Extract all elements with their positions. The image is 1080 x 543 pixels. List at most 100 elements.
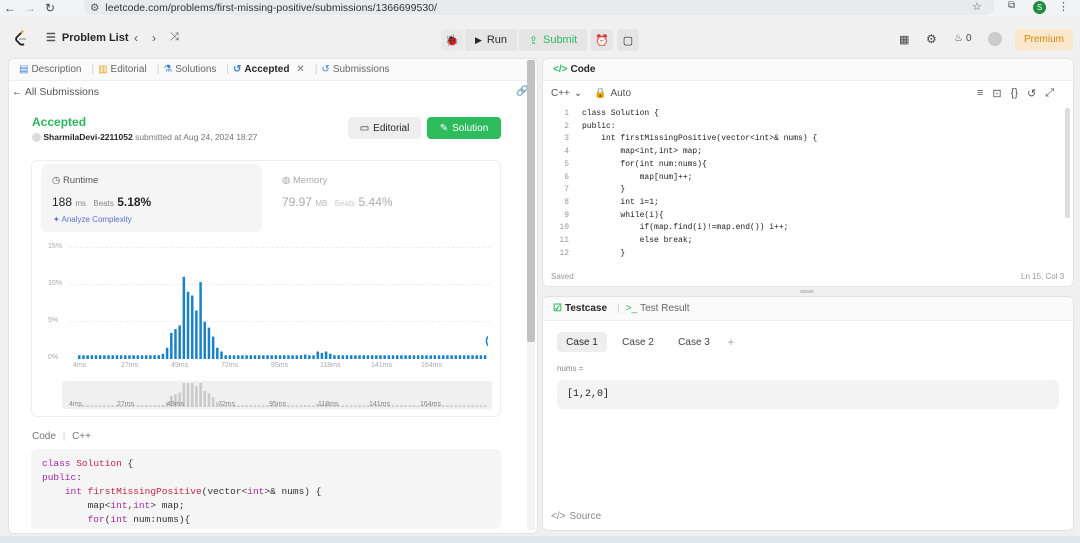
chart-bar[interactable]	[450, 355, 453, 359]
chart-bar[interactable]	[383, 355, 386, 359]
chart-bar[interactable]	[312, 355, 315, 359]
chart-bar[interactable]	[195, 310, 198, 359]
chart-bar[interactable]	[249, 355, 253, 359]
chart-bar[interactable]	[86, 355, 89, 359]
chart-bar[interactable]	[203, 321, 207, 359]
chart-bar[interactable]	[475, 355, 478, 359]
chart-bar[interactable]	[94, 355, 98, 359]
chart-bar[interactable]	[153, 355, 156, 359]
chart-bar[interactable]	[479, 355, 483, 359]
chart-bar[interactable]	[462, 355, 466, 359]
chart-bar[interactable]	[211, 336, 215, 359]
chart-bar[interactable]	[257, 355, 261, 359]
braces-icon[interactable]: {}	[1011, 87, 1018, 100]
chart-bar[interactable]	[345, 355, 349, 359]
nums-input[interactable]: [1,2,0]	[557, 380, 1059, 409]
chart-bar[interactable]	[303, 354, 307, 359]
chart-bar[interactable]	[358, 355, 361, 359]
chart-bar[interactable]	[140, 355, 144, 359]
chart-bar[interactable]	[190, 295, 194, 359]
chart-bar[interactable]	[370, 355, 374, 359]
chart-bar[interactable]	[199, 282, 202, 359]
tab-code[interactable]: </> Code	[553, 64, 595, 75]
chart-bar[interactable]	[483, 355, 487, 359]
tab-editorial[interactable]: ▥ Editorial	[98, 64, 147, 75]
auto-mode[interactable]: 🔒 Auto	[594, 88, 631, 99]
chart-bar[interactable]	[412, 355, 416, 359]
format-icon[interactable]: ≡	[977, 87, 983, 100]
tab-description[interactable]: ▤ Description	[19, 64, 81, 75]
chart-bar[interactable]	[329, 353, 332, 359]
extensions-icon[interactable]: ⧉	[1008, 0, 1015, 11]
chart-bar[interactable]	[157, 355, 160, 359]
chart-bar[interactable]	[366, 355, 370, 359]
problem-list-button[interactable]: ☰ Problem List	[46, 31, 129, 45]
chart-bar[interactable]	[216, 347, 219, 359]
bookmark-icon[interactable]: ⊡	[992, 87, 1001, 100]
chart-bar[interactable]	[236, 355, 240, 359]
chart-bar[interactable]	[228, 355, 232, 359]
chart-bar[interactable]	[458, 355, 462, 359]
chart-bar[interactable]	[174, 329, 177, 359]
chart-bar[interactable]	[186, 291, 190, 359]
chart-bar[interactable]	[111, 355, 114, 359]
chart-bar[interactable]	[333, 355, 336, 359]
fullscreen-icon[interactable]: ⤢	[1045, 87, 1054, 100]
run-button[interactable]: ▶ Run	[465, 29, 517, 51]
submitted-code[interactable]: class Solution {public: int firstMissing…	[31, 449, 501, 529]
chart-bar[interactable]	[425, 355, 428, 359]
chart-bar[interactable]	[408, 355, 412, 359]
shuffle-icon[interactable]: ⤨	[170, 31, 179, 45]
chart-bar[interactable]	[262, 355, 265, 359]
chart-bar[interactable]	[362, 355, 365, 359]
chart-bar[interactable]	[98, 355, 102, 359]
chart-bar[interactable]	[429, 355, 432, 359]
chart-bar[interactable]	[132, 355, 135, 359]
tab-test-result[interactable]: >_ Test Result	[626, 303, 690, 314]
scrollbar-thumb[interactable]	[527, 60, 535, 342]
timer-button[interactable]: ⏰	[591, 29, 613, 51]
prev-problem-icon[interactable]: ‹	[134, 31, 138, 45]
chart-bar[interactable]	[115, 355, 119, 359]
chart-bar[interactable]	[220, 351, 223, 359]
chart-bar[interactable]	[161, 353, 165, 359]
chart-bar[interactable]	[337, 355, 340, 359]
layout-icon[interactable]: ▦	[899, 33, 909, 46]
chart-bar[interactable]	[107, 355, 110, 359]
chart-bar[interactable]	[395, 355, 399, 359]
chart-bar[interactable]	[103, 355, 106, 359]
chart-bar[interactable]	[170, 332, 173, 359]
site-settings-icon[interactable]: ⚙	[90, 2, 99, 14]
case-1-tab[interactable]: Case 1	[557, 332, 607, 352]
chart-bar[interactable]	[375, 355, 378, 359]
chart-bar[interactable]	[316, 351, 319, 359]
chart-bar[interactable]	[324, 351, 328, 359]
premium-button[interactable]: Premium	[1015, 29, 1073, 50]
chart-bar[interactable]	[253, 355, 257, 359]
chart-bar[interactable]	[320, 353, 324, 359]
chart-bar[interactable]	[274, 355, 278, 359]
add-case-button[interactable]: +	[722, 332, 740, 352]
chart-bar[interactable]	[178, 325, 181, 359]
chart-bar[interactable]	[224, 355, 227, 359]
chart-bar[interactable]	[287, 355, 290, 359]
chart-bar[interactable]	[341, 355, 345, 359]
chart-bar[interactable]	[124, 355, 127, 359]
chart-bar[interactable]	[308, 355, 311, 359]
chart-bar[interactable]	[379, 355, 382, 359]
chart-bar[interactable]	[144, 355, 148, 359]
submitter-name[interactable]: SharmilaDevi-2211052	[43, 132, 132, 142]
tab-accepted[interactable]: ↺ Accepted ✕	[233, 64, 305, 75]
chart-bar[interactable]	[354, 355, 357, 359]
chart-bar[interactable]	[349, 355, 353, 359]
address-bar[interactable]: ⚙ leetcode.com/problems/first-missing-po…	[84, 0, 994, 15]
chart-bar[interactable]	[421, 355, 424, 359]
chart-bar[interactable]	[387, 355, 391, 359]
chart-bar[interactable]	[471, 355, 474, 359]
settings-icon[interactable]: ⚙	[926, 32, 937, 46]
all-submissions-link[interactable]: ← All Submissions	[12, 86, 99, 98]
next-problem-icon[interactable]: ›	[152, 31, 156, 45]
chart-bar[interactable]	[266, 355, 269, 359]
chart-bar[interactable]	[416, 355, 420, 359]
menu-dots-icon[interactable]: ⋮	[1058, 0, 1069, 13]
